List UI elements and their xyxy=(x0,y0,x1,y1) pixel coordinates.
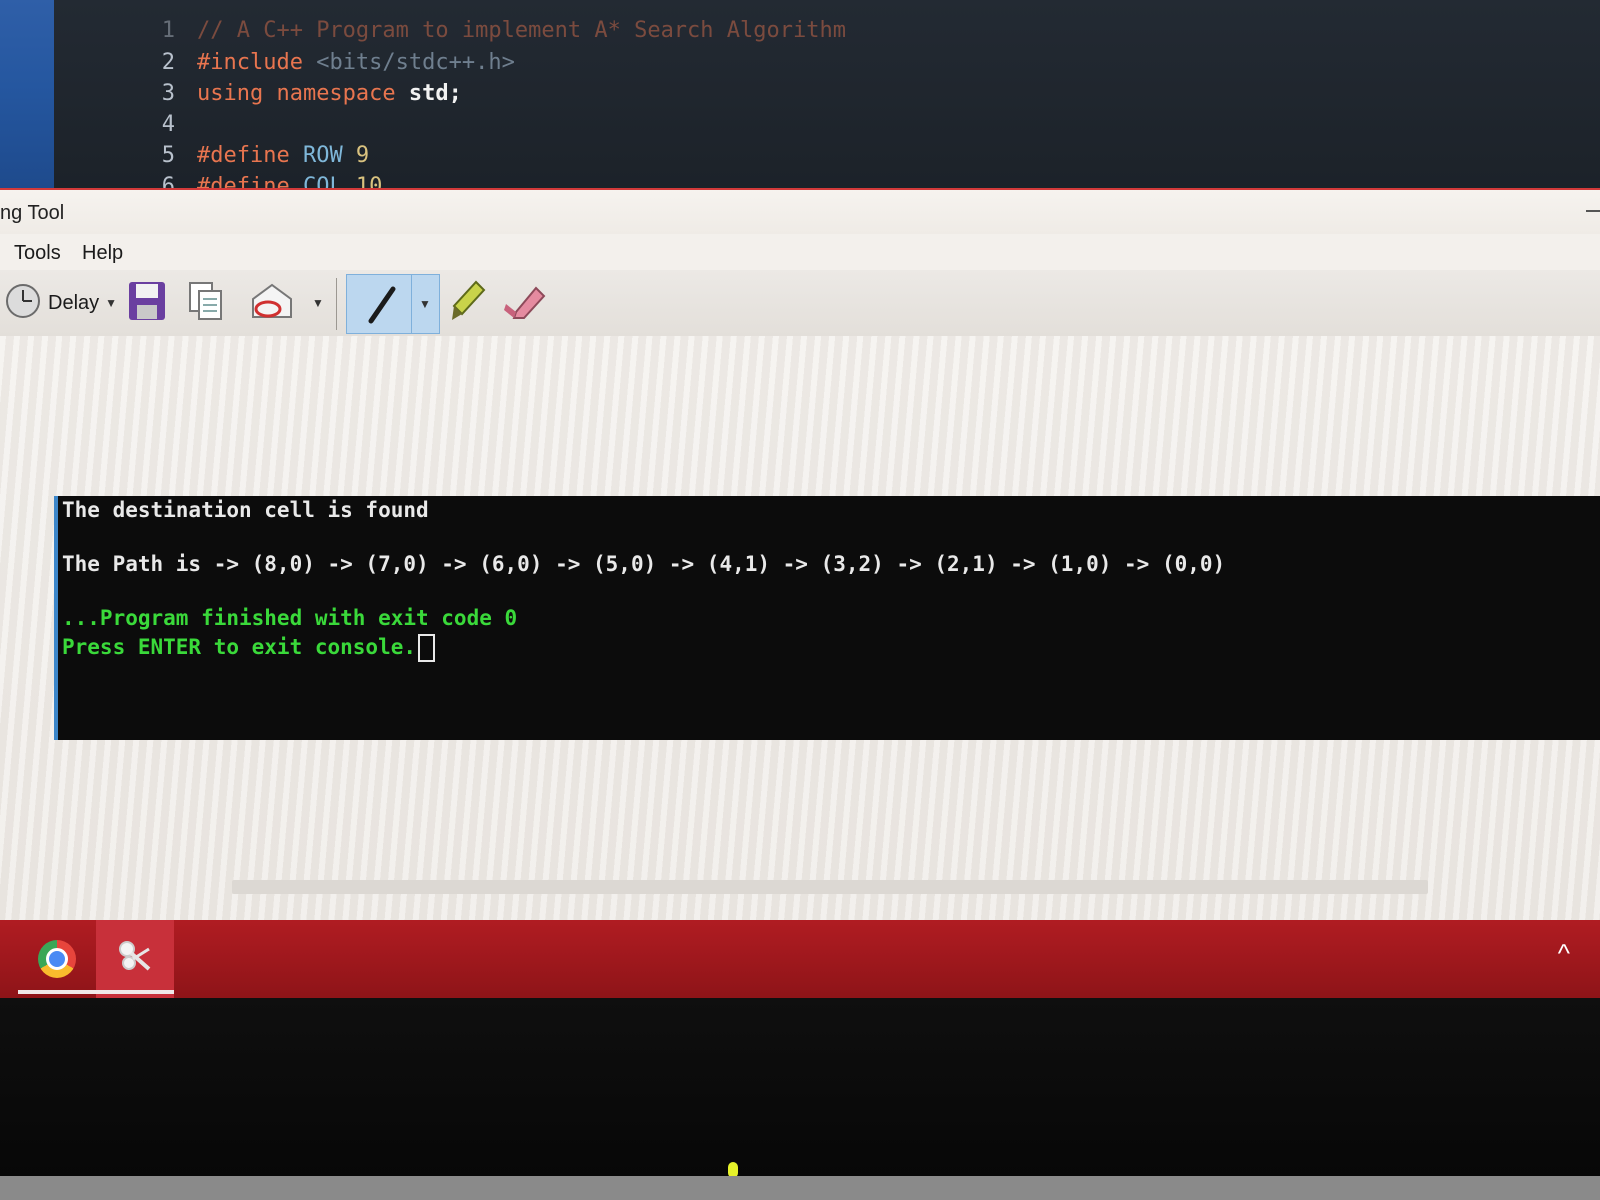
scissors-icon xyxy=(115,937,155,982)
active-indicator xyxy=(18,990,96,994)
menu-tools[interactable]: Tools xyxy=(14,242,61,265)
horizontal-scrollbar[interactable] xyxy=(232,880,1428,894)
save-button[interactable] xyxy=(128,281,166,326)
eraser-button[interactable] xyxy=(502,282,546,324)
menu-help[interactable]: Help xyxy=(82,242,123,265)
terminal-prompt: Press ENTER to exit console. xyxy=(62,635,417,659)
code-line-6: 6 #define COL 10 xyxy=(161,174,383,190)
terminal-line-2: The Path is -> (8,0) -> (7,0) -> (6,0) -… xyxy=(62,552,1226,576)
code-line-3: 3 using namespace std; xyxy=(161,81,462,106)
highlighter-button[interactable] xyxy=(450,280,486,327)
terminal-line-1: The destination cell is found xyxy=(62,498,429,522)
code-line-5: 5 #define ROW 9 xyxy=(161,143,370,168)
desk-surface xyxy=(0,1176,1600,1200)
copy-button[interactable] xyxy=(188,281,224,326)
taskbar-chrome[interactable] xyxy=(18,920,96,998)
active-indicator xyxy=(96,990,174,994)
pen-icon xyxy=(363,285,399,330)
chrome-icon xyxy=(38,940,76,978)
editor-sidebar xyxy=(0,0,54,190)
toolbar-separator xyxy=(336,278,337,330)
text-cursor xyxy=(418,634,436,662)
delay-button[interactable]: Delay ▼ xyxy=(4,282,117,324)
send-snip-button[interactable]: ▼ xyxy=(250,282,324,324)
terminal-line-4: Press ENTER to exit console. xyxy=(62,634,436,662)
show-hidden-icons-icon[interactable]: ^ xyxy=(1558,938,1570,969)
code-line-1: 1// A C++ Program to implement A* Search… xyxy=(161,18,846,43)
clock-icon xyxy=(4,282,42,325)
pen-tool-button[interactable]: ▼ xyxy=(346,274,440,334)
code-line-2: 2 #include <bits/stdc++.h> xyxy=(161,50,515,75)
copy-icon xyxy=(188,281,224,326)
taskbar-snipping-tool[interactable] xyxy=(96,920,174,998)
envelope-icon xyxy=(250,281,294,326)
taskbar: ^ xyxy=(0,920,1600,998)
chevron-down-icon: ▼ xyxy=(105,296,118,310)
toolbar: Delay ▼ ▼ ▼ xyxy=(0,270,1600,337)
title-bar[interactable]: ng Tool xyxy=(0,190,1600,234)
highlighter-icon xyxy=(450,280,486,327)
delay-label: Delay xyxy=(48,291,100,314)
terminal-output: The destination cell is found The Path i… xyxy=(54,496,1600,740)
split-divider xyxy=(411,275,412,333)
code-line-4: 4 xyxy=(161,112,175,137)
eraser-icon xyxy=(502,282,546,325)
chevron-down-icon[interactable]: ▼ xyxy=(419,297,431,311)
terminal-line-3: ...Program finished with exit code 0 xyxy=(62,606,518,630)
code-editor[interactable]: 1// A C++ Program to implement A* Search… xyxy=(0,0,1600,190)
chevron-down-icon[interactable]: ▼ xyxy=(312,296,324,310)
window-title: ng Tool xyxy=(0,202,65,224)
menu-bar: Tools Help xyxy=(0,234,1600,270)
minimize-button[interactable] xyxy=(1586,210,1600,212)
monitor-bezel xyxy=(0,998,1600,1200)
floppy-disk-icon xyxy=(128,281,166,326)
